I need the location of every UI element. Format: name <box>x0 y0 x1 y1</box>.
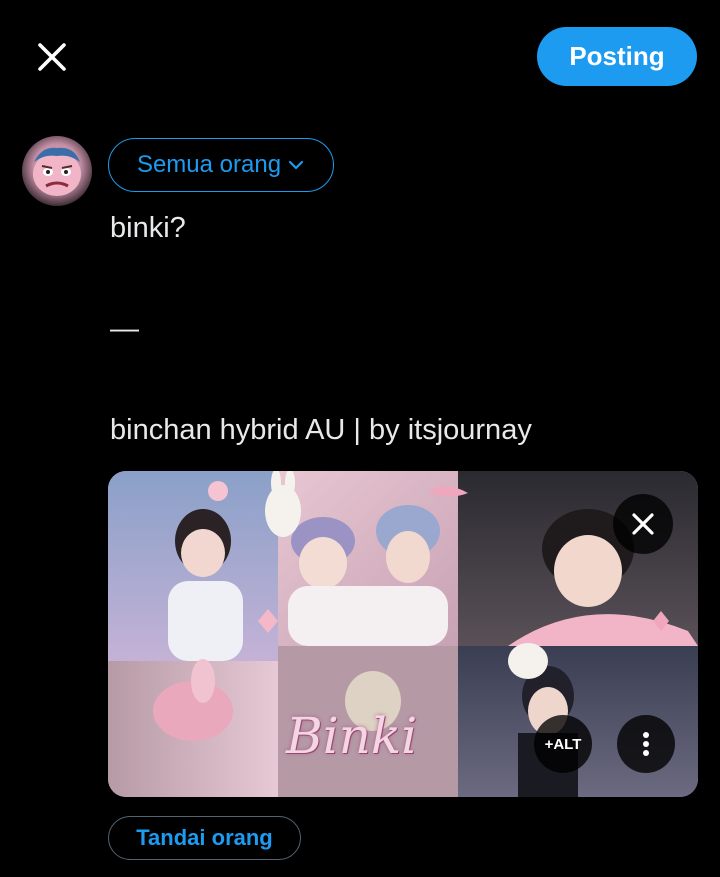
audience-label: Semua orang <box>136 151 282 178</box>
avatar[interactable] <box>22 136 92 206</box>
close-button[interactable] <box>30 35 74 79</box>
audience-selector[interactable]: Semua orang <box>108 138 334 192</box>
post-text-line-3[interactable]: binchan hybrid AU | by itsjournay <box>110 414 532 447</box>
media-overlay-text: Binki <box>286 707 418 765</box>
add-alt-text-button[interactable]: +ALT <box>534 715 592 773</box>
close-icon <box>38 43 66 71</box>
post-text-line-1[interactable]: binki? <box>110 212 186 245</box>
media-attachment[interactable]: Binki +ALT <box>108 471 698 797</box>
chevron-down-icon <box>288 160 304 170</box>
close-icon <box>632 513 654 535</box>
avatar-image <box>33 147 81 196</box>
more-options-button[interactable] <box>617 715 675 773</box>
remove-media-button[interactable] <box>613 494 673 554</box>
post-button[interactable]: Posting <box>537 27 697 86</box>
more-vertical-icon <box>643 732 649 756</box>
post-text-line-2[interactable]: — <box>110 313 139 346</box>
tag-people-button[interactable]: Tandai orang <box>108 816 301 860</box>
